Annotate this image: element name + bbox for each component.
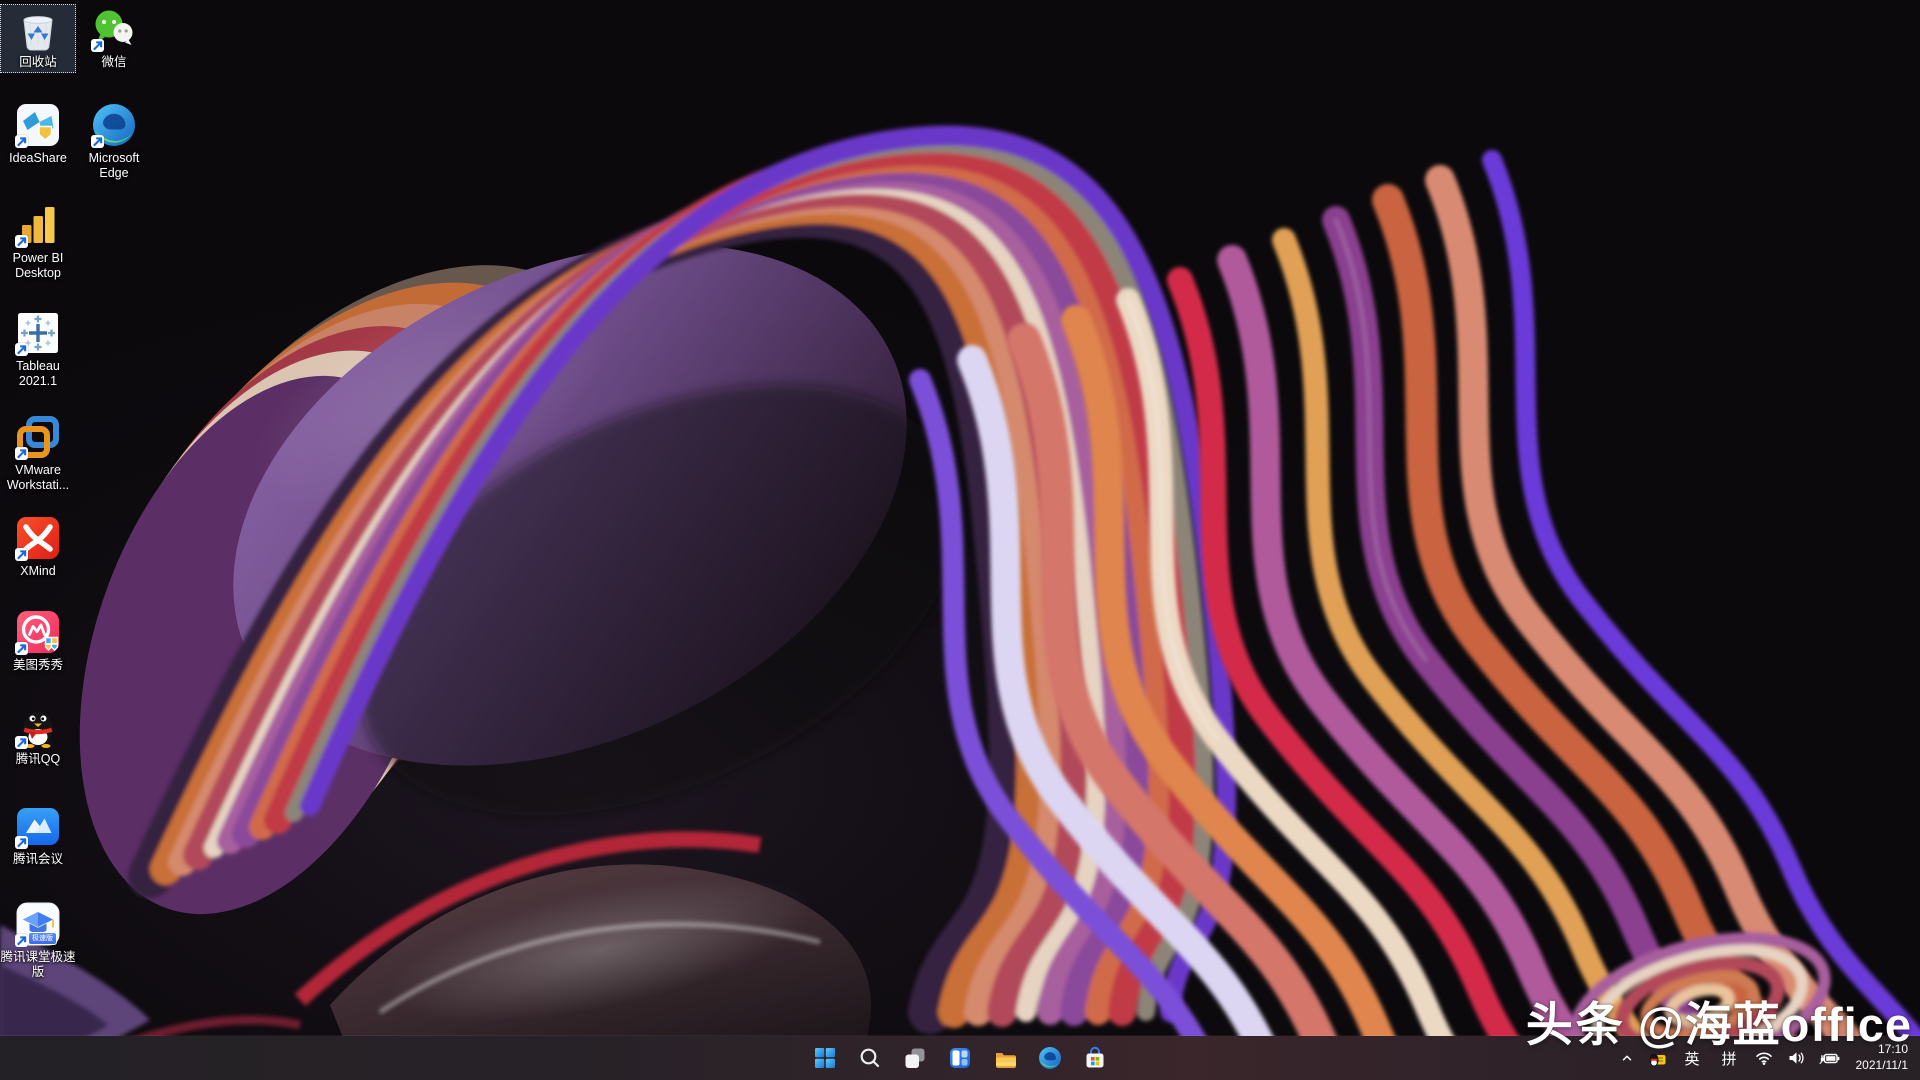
- desktop-icon-label: 微信: [76, 55, 152, 70]
- desktop-icon-label: 美图秀秀: [0, 658, 76, 673]
- meitu-icon: [15, 609, 61, 655]
- shortcut-arrow-icon: [15, 135, 28, 148]
- recycle-bin-icon: [15, 6, 61, 52]
- shortcut-arrow-icon: [15, 548, 28, 561]
- desktop-icon-label: VMware Workstati...: [0, 463, 76, 493]
- classroom-speed-badge: 极速版: [28, 932, 57, 945]
- shortcut-arrow-icon: [91, 135, 104, 148]
- watermark-handle: @海蓝office: [1638, 998, 1912, 1051]
- microsoft-store-button[interactable]: [1078, 1041, 1112, 1075]
- desktop-icon-label: 腾讯QQ: [0, 752, 76, 767]
- file-explorer-button[interactable]: [988, 1041, 1022, 1075]
- desktop-icon-label: 腾讯会议: [0, 852, 76, 867]
- desktop-icon-label: Power BI Desktop: [0, 251, 76, 281]
- edge-taskbar-button[interactable]: [1033, 1041, 1067, 1075]
- qq-icon: [15, 703, 61, 749]
- desktop-icon-label: 腾讯课堂极速版: [0, 950, 76, 980]
- taskbar-center-buttons: [808, 1036, 1112, 1080]
- desktop-icon-tableau[interactable]: Tableau 2021.1: [0, 308, 76, 392]
- watermark-brand: 头条: [1526, 998, 1626, 1051]
- windows-start-icon: [813, 1046, 837, 1070]
- desktop-icon-tencent-meeting[interactable]: 腾讯会议: [0, 801, 76, 870]
- task-view-icon: [903, 1046, 927, 1070]
- shortcut-arrow-icon: [91, 39, 104, 52]
- desktop-icon-label: IdeaShare: [0, 151, 76, 166]
- shortcut-arrow-icon: [15, 736, 28, 749]
- vmware-icon: [15, 414, 61, 460]
- watermark: 头条@海蓝office: [1526, 986, 1912, 1055]
- desktop-icon-xmind[interactable]: XMind: [0, 513, 76, 582]
- desktop-icon-edge[interactable]: Microsoft Edge: [76, 100, 152, 184]
- task-view-button[interactable]: [898, 1041, 932, 1075]
- search-icon: [858, 1046, 882, 1070]
- shortcut-arrow-icon: [15, 642, 28, 655]
- desktop-icon-meitu[interactable]: 美图秀秀: [0, 607, 76, 676]
- search-button[interactable]: [853, 1041, 887, 1075]
- edge-icon: [91, 102, 137, 148]
- shortcut-arrow-icon: [15, 343, 28, 356]
- desktop-icon-vmware[interactable]: VMware Workstati...: [0, 412, 76, 496]
- desktop-icon-label: Tableau 2021.1: [0, 359, 76, 389]
- shortcut-arrow-icon: [15, 447, 28, 460]
- shortcut-arrow-icon: [15, 934, 28, 947]
- shortcut-arrow-icon: [15, 836, 28, 849]
- start-button[interactable]: [808, 1041, 842, 1075]
- tencent-meeting-icon: [15, 803, 61, 849]
- shortcut-arrow-icon: [15, 235, 28, 248]
- desktop-icon-wechat[interactable]: 微信: [76, 4, 152, 73]
- desktop-icon-tencent-classroom[interactable]: 极速版 腾讯课堂极速版: [0, 899, 76, 983]
- file-explorer-icon: [993, 1046, 1017, 1070]
- xmind-icon: [15, 515, 61, 561]
- microsoft-store-icon: [1083, 1046, 1107, 1070]
- clock-date: 2021/11/1: [1856, 1058, 1909, 1074]
- desktop-icon-label: XMind: [0, 564, 76, 579]
- widgets-icon: [948, 1046, 972, 1070]
- tencent-classroom-icon: 极速版: [15, 901, 61, 947]
- desktop-icon-recycle-bin[interactable]: 回收站: [0, 4, 76, 73]
- tableau-icon: [15, 310, 61, 356]
- desktop-icon-label: Microsoft Edge: [76, 151, 152, 181]
- desktop-icon-powerbi[interactable]: Power BI Desktop: [0, 200, 76, 284]
- desktop-icon-qq[interactable]: 腾讯QQ: [0, 701, 76, 770]
- wallpaper: [0, 0, 1920, 1080]
- wechat-icon: [91, 6, 137, 52]
- widgets-button[interactable]: [943, 1041, 977, 1075]
- desktop-icon-label: 回收站: [0, 55, 76, 70]
- desktop-icon-ideashare[interactable]: IdeaShare: [0, 100, 76, 169]
- ideashare-icon: [15, 102, 61, 148]
- edge-icon: [1038, 1046, 1062, 1070]
- powerbi-icon: [15, 202, 61, 248]
